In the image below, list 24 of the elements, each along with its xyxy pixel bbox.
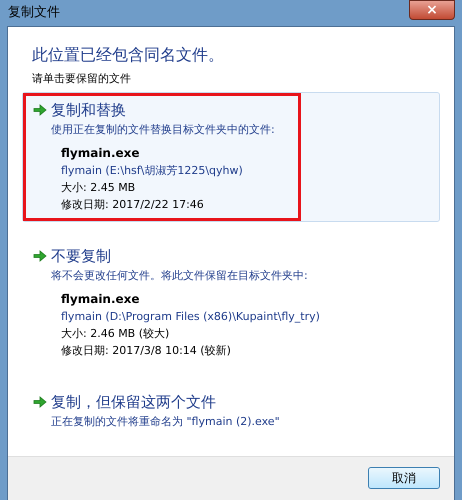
file-name: flymain.exe [61, 290, 141, 308]
option-item[interactable]: 复制和替换 使用正在复制的文件替换目标文件夹中的文件: flymain.exe flymain (E:\hsf\胡淑芳1225\qyhw) 大小: 2.45 MB 修改日期: 2017/2/22 17:46 [22, 92, 440, 222]
file-name: flymain.exe [61, 144, 141, 162]
dialog-heading: 此位置已经包含同名文件。 [31, 44, 225, 66]
option-title: 不要复制 [51, 246, 111, 266]
cancel-button[interactable]: 取消 [368, 467, 440, 489]
file-modified: 修改日期: 2017/2/22 17:46 [61, 196, 205, 212]
option-item[interactable]: 复制，但保留这两个文件 正在复制的文件将重命名为 "flymain (2).exe" [22, 384, 440, 440]
file-size: 大小: 2.45 MB [61, 180, 136, 196]
option-description: 将不会更改任何文件。将此文件保留在目标文件夹中: [50, 268, 309, 284]
window-title: 复制文件 [8, 4, 60, 22]
instruction-text: 请单击要保留的文件 [31, 71, 132, 87]
file-modified: 修改日期: 2017/3/8 10:14 (较新) [61, 342, 232, 358]
option-item[interactable]: 不要复制 将不会更改任何文件。将此文件保留在目标文件夹中: flymain.exe flymain (D:\Program Files (x86)\Kupaint\fly_try) 大小: 2.46 MB (较大) 修改日期: 2017/3/8 10:14 (较新) [22, 238, 440, 368]
file-path: flymain (D:\Program Files (x86)\Kupaint\fly_try) [61, 308, 321, 324]
arrow-icon [33, 250, 47, 262]
option-description: 正在复制的文件将重命名为 "flymain (2).exe" [50, 414, 281, 430]
arrow-icon [33, 396, 47, 408]
option-title: 复制和替换 [51, 100, 126, 120]
file-path: flymain (E:\hsf\胡淑芳1225\qyhw) [61, 162, 244, 178]
option-title: 复制，但保留这两个文件 [51, 392, 216, 412]
file-size: 大小: 2.46 MB (较大) [61, 326, 170, 342]
arrow-icon [33, 104, 47, 116]
option-description: 使用正在复制的文件替换目标文件夹中的文件: [50, 122, 276, 138]
